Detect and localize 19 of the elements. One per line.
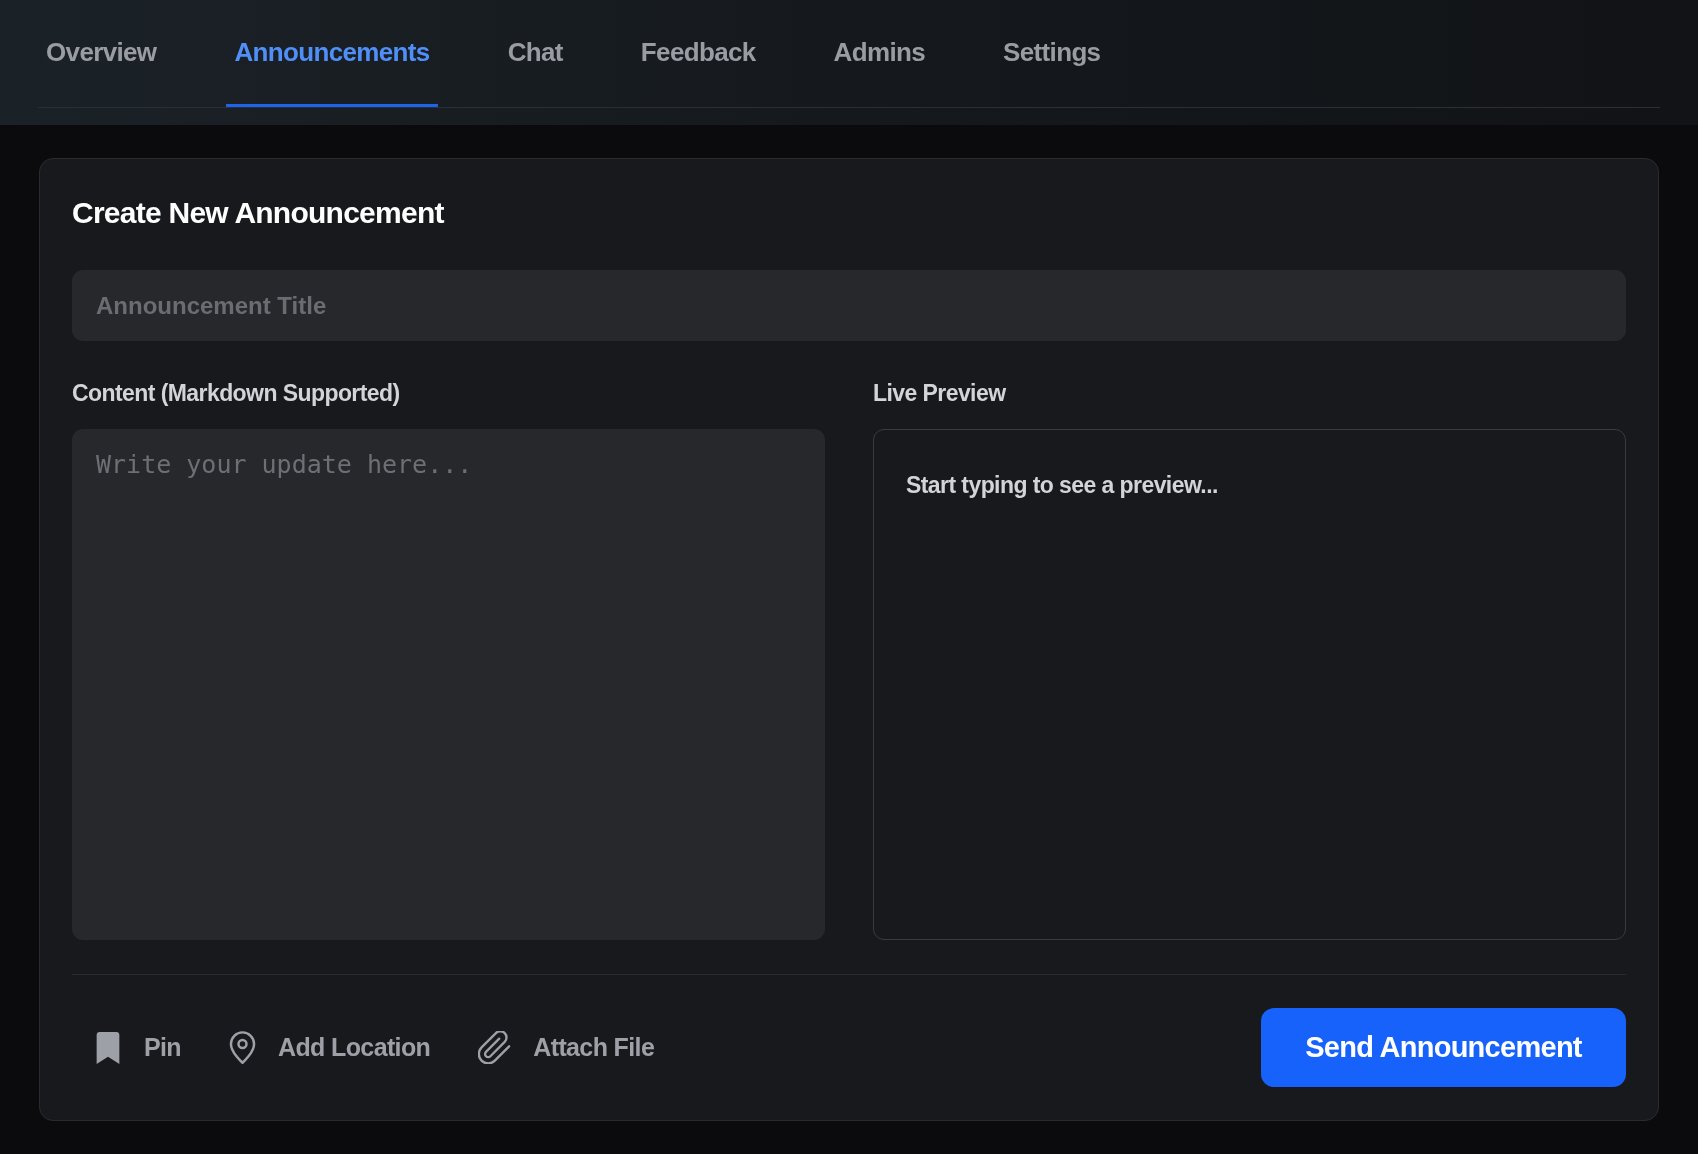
toolbar-button[interactable]: Pin [94,1028,182,1067]
nav-tab[interactable]: Chat [499,0,571,107]
nav-tab[interactable]: Overview [38,0,165,107]
form-heading: Create New Announcement [72,195,445,231]
toolbar-button[interactable]: Add Location [229,1028,431,1067]
title-input-field[interactable]: Announcement Title [72,270,1626,341]
nav-tab[interactable]: Settings [995,0,1109,107]
preview-text: Start typing to see a preview... [906,471,1219,500]
content-textarea[interactable]: Write your update here... [72,429,825,940]
content-label: Content (Markdown Supported) [72,379,401,408]
paperclip-icon [478,1031,512,1064]
location-pin-icon [229,1031,257,1064]
toolbar-button[interactable]: Attach File [478,1028,655,1067]
bookmark-icon [94,1031,122,1064]
nav-tab[interactable]: Feedback [632,0,764,107]
preview-label: Live Preview [873,379,1007,408]
nav-tab[interactable]: Announcements [226,0,438,107]
send-announcement-button[interactable]: Send Announcement [1261,1008,1626,1087]
nav-tab[interactable]: Admins [825,0,934,107]
